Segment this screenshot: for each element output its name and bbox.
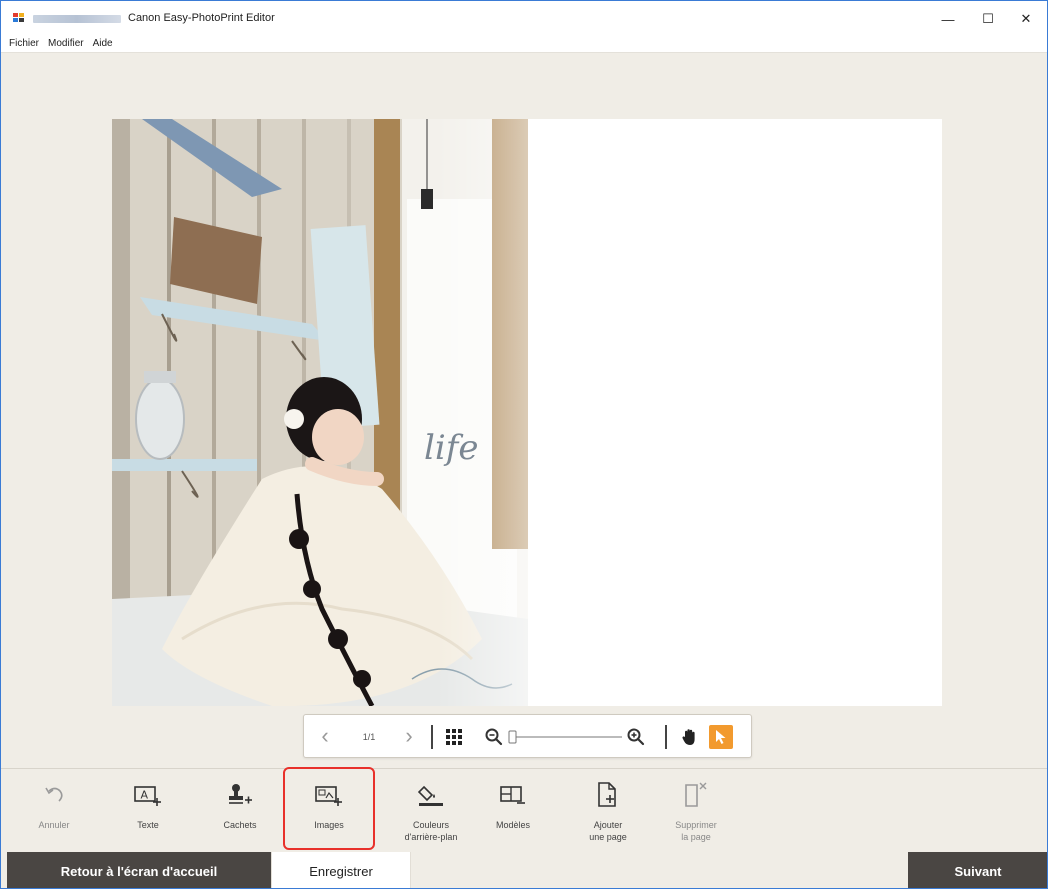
add-page-icon bbox=[594, 781, 622, 809]
page-navigation-toolbar: ‹ 1/1 › bbox=[303, 714, 752, 758]
zoom-slider-thumb[interactable] bbox=[508, 730, 517, 744]
delete-page-icon bbox=[682, 781, 710, 809]
templates-button[interactable]: Modèles bbox=[476, 775, 550, 847]
select-tool-button[interactable] bbox=[709, 725, 733, 749]
app-logo-icon bbox=[13, 13, 24, 22]
bottom-action-bar: Retour à l'écran d'accueil Enregistrer S… bbox=[1, 852, 1047, 888]
next-page-button[interactable]: › bbox=[396, 723, 422, 749]
toolbar-separator bbox=[665, 725, 667, 749]
add-text-button[interactable]: A Texte bbox=[111, 775, 185, 847]
editing-workspace: life ‹ 1/1 › bbox=[1, 53, 1047, 768]
tool-label: Images bbox=[314, 820, 344, 830]
zoom-out-icon bbox=[485, 728, 503, 746]
background-color-icon bbox=[417, 781, 445, 809]
save-button[interactable]: Enregistrer bbox=[271, 852, 411, 888]
next-button[interactable]: Suivant bbox=[908, 852, 1047, 888]
pan-tool-button[interactable] bbox=[678, 725, 702, 749]
pointer-arrow-icon bbox=[716, 730, 726, 744]
menu-help[interactable]: Aide bbox=[93, 38, 113, 49]
photo-frame[interactable]: life bbox=[112, 119, 528, 706]
stamps-button[interactable]: Cachets bbox=[203, 775, 277, 847]
menu-file[interactable]: Fichier bbox=[9, 38, 39, 49]
zoom-in-icon bbox=[627, 728, 645, 746]
previous-page-button[interactable]: ‹ bbox=[312, 723, 338, 749]
title-redacted-area bbox=[33, 15, 121, 23]
background-colors-button[interactable]: Couleurs d'arrière-plan bbox=[394, 775, 468, 847]
add-images-button[interactable]: Images bbox=[292, 775, 366, 847]
menu-bar: Fichier Modifier Aide bbox=[1, 35, 1047, 53]
grid-icon bbox=[446, 729, 462, 745]
tool-label: Couleurs d'arrière-plan bbox=[404, 820, 458, 842]
add-page-button[interactable]: Ajouter une page bbox=[571, 775, 645, 847]
editing-tools-bar: Annuler A Texte Cachets Images Couleurs d… bbox=[1, 768, 1047, 852]
minimize-button[interactable]: — bbox=[933, 9, 963, 29]
back-to-home-button[interactable]: Retour à l'écran d'accueil bbox=[7, 852, 271, 888]
toolbar-separator bbox=[431, 725, 433, 749]
zoom-slider[interactable] bbox=[508, 729, 626, 745]
maximize-button[interactable]: ☐ bbox=[973, 9, 1003, 29]
undo-button[interactable]: Annuler bbox=[17, 775, 91, 847]
svg-text:A: A bbox=[141, 789, 149, 802]
add-image-icon bbox=[315, 781, 343, 809]
photo-image: life bbox=[112, 119, 528, 706]
undo-icon bbox=[40, 781, 68, 809]
title-bar: Canon Easy-PhotoPrint Editor — ☐ ✕ bbox=[1, 1, 1047, 35]
templates-icon bbox=[499, 781, 527, 809]
zoom-out-button[interactable] bbox=[482, 725, 506, 749]
page-counter: 1/1 bbox=[362, 732, 376, 742]
add-text-icon: A bbox=[134, 781, 162, 809]
zoom-in-button[interactable] bbox=[624, 725, 648, 749]
photo-script-text: life bbox=[424, 428, 478, 468]
app-window: Canon Easy-PhotoPrint Editor — ☐ ✕ Fichi… bbox=[0, 0, 1048, 889]
tool-label: Supprimer la page bbox=[675, 820, 717, 842]
hand-icon bbox=[682, 729, 695, 745]
stamp-icon bbox=[226, 781, 254, 809]
tool-label: Texte bbox=[137, 820, 159, 830]
page-grid-button[interactable] bbox=[442, 725, 466, 749]
tool-label: Modèles bbox=[495, 820, 531, 830]
layout-page[interactable]: life bbox=[112, 119, 942, 706]
close-button[interactable]: ✕ bbox=[1011, 9, 1041, 29]
tool-label: Annuler bbox=[38, 820, 70, 830]
window-title: Canon Easy-PhotoPrint Editor bbox=[128, 12, 275, 24]
tool-label: Ajouter une page bbox=[589, 820, 627, 842]
tool-label: Cachets bbox=[223, 820, 257, 830]
menu-edit[interactable]: Modifier bbox=[48, 38, 84, 49]
delete-page-button[interactable]: Supprimer la page bbox=[659, 775, 733, 847]
